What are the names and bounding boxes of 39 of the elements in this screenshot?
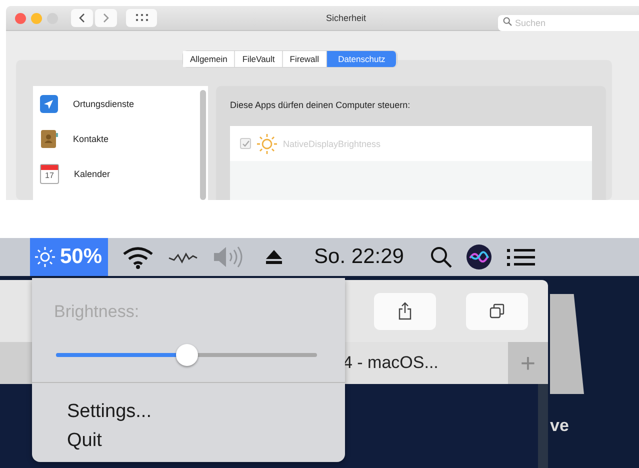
search-field[interactable]: Suchen [498, 15, 639, 31]
clock[interactable]: So. 22:29 [314, 245, 404, 269]
sidebar-item[interactable]: Kontakte [33, 128, 134, 149]
chevron-right-icon [102, 13, 110, 23]
scrollbar[interactable] [200, 90, 206, 200]
tabs-overview-button[interactable] [466, 292, 528, 330]
brightness-slider[interactable] [56, 344, 317, 366]
grid-icon [136, 14, 148, 22]
sidebar-item-label: Kontakte [73, 134, 109, 144]
sidebar-item[interactable]: 17 Kalender [33, 163, 134, 184]
wifi-icon[interactable] [122, 245, 154, 269]
menu-item[interactable]: Quit [67, 426, 345, 455]
brightness-reading: 50% [60, 245, 102, 269]
sun-icon [34, 246, 56, 268]
panel-heading: Diese Apps dürfen deinen Computer steuern: [230, 100, 412, 110]
menu-item[interactable]: Settings... [67, 397, 345, 426]
search-icon[interactable] [430, 246, 452, 268]
eject-icon[interactable] [264, 248, 284, 266]
slider-thumb[interactable] [176, 344, 198, 366]
grid-view-button[interactable] [126, 9, 157, 27]
search-icon [503, 16, 512, 26]
brightness-menu[interactable]: 50% [30, 238, 108, 276]
tab[interactable]: Allgemein [183, 51, 236, 67]
window-title: Sicherheit [324, 13, 368, 23]
list-icon[interactable] [506, 247, 536, 267]
chevron-left-icon [78, 13, 86, 23]
sidebar-item[interactable]: Ortungsdienste [33, 93, 134, 114]
sun-icon [256, 132, 278, 154]
sidebar-item-label: Kalender [74, 168, 110, 178]
desktop-text: ve [550, 416, 569, 436]
address-book-icon [40, 128, 58, 148]
siri-icon[interactable] [466, 244, 492, 270]
share-icon [398, 302, 412, 320]
calendar-icon: 17 [40, 164, 59, 184]
sidebar-item-label: Ortungsdienste [73, 98, 134, 108]
overlapping-squares-icon [489, 303, 505, 319]
tab[interactable]: Datenschutz [327, 51, 398, 67]
back-button[interactable] [71, 9, 93, 27]
share-button[interactable] [374, 292, 436, 330]
